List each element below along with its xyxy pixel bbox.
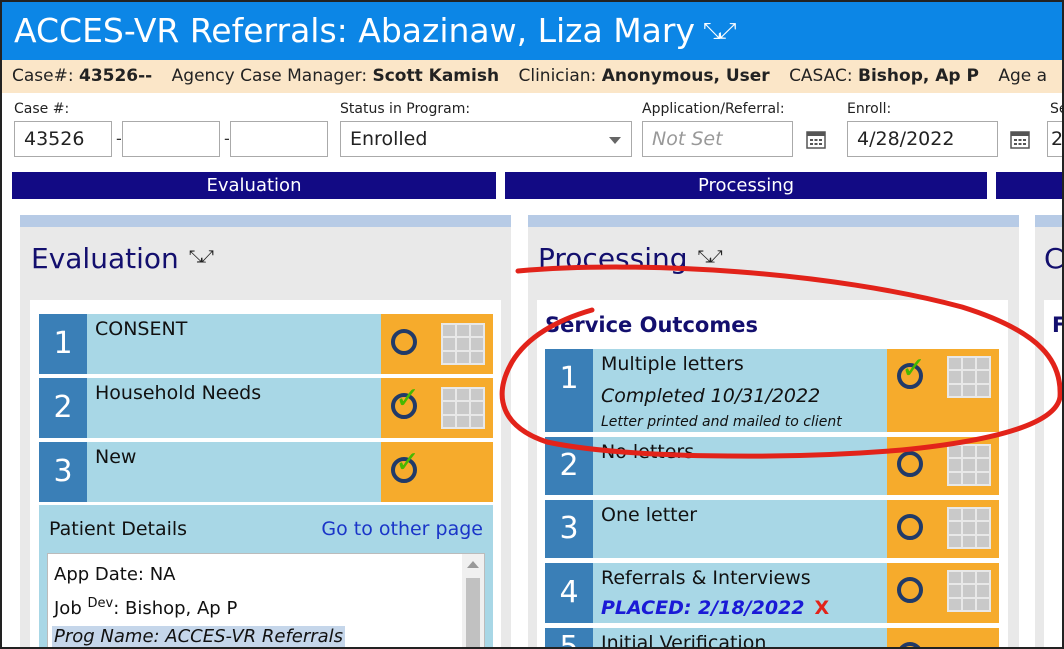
red-annotation-circle [499,264,1062,459]
window: ACCES-VR Referrals: Abazinaw, Liza Mary ⤡… [0,0,1064,649]
